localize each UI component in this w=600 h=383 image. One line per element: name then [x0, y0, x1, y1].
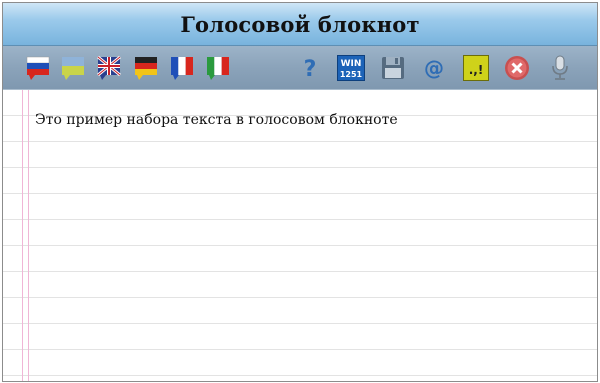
email-icon[interactable]: @	[421, 55, 447, 81]
voice-notepad-window: Голосовой блокнот ? WIN 1251 @ .,! Это п…	[2, 2, 598, 382]
french-flag-icon[interactable]	[169, 55, 195, 81]
ukrainian-flag-icon[interactable]	[60, 55, 86, 81]
german-flag-icon[interactable]	[133, 55, 159, 81]
russian-flag-icon[interactable]	[25, 55, 51, 81]
microphone-icon[interactable]	[547, 55, 573, 81]
notepad-text-area[interactable]: Это пример набора текста в голосовом бло…	[3, 90, 597, 381]
app-title: Голосовой блокнот	[180, 11, 420, 37]
save-icon[interactable]	[380, 55, 406, 81]
margin-line	[22, 90, 29, 381]
toolbar: ? WIN 1251 @ .,!	[3, 46, 597, 91]
encoding-icon[interactable]: WIN 1251	[337, 55, 365, 81]
help-icon[interactable]: ?	[297, 55, 323, 81]
svg-text:?: ?	[304, 57, 317, 81]
document-text[interactable]: Это пример набора текста в голосовом бло…	[35, 112, 398, 128]
clear-icon[interactable]	[504, 55, 530, 81]
svg-text:WIN: WIN	[341, 59, 362, 69]
svg-text:1251: 1251	[340, 70, 363, 79]
punctuation-icon[interactable]: .,!	[463, 55, 489, 81]
british-flag-icon[interactable]	[96, 55, 122, 81]
svg-text:.,!: .,!	[469, 63, 484, 77]
title-bar: Голосовой блокнот	[3, 3, 597, 46]
svg-text:@: @	[424, 56, 444, 80]
italian-flag-icon[interactable]	[205, 55, 231, 81]
